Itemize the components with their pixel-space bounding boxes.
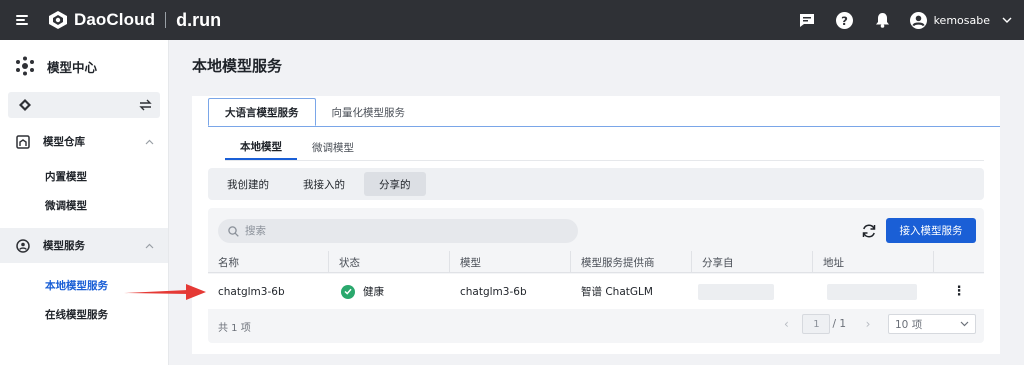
- brand-divider: [165, 12, 167, 28]
- chevron-up-icon: [145, 243, 154, 248]
- cell-model: chatglm3-6b: [460, 285, 527, 298]
- prev-page-icon[interactable]: ‹: [776, 314, 796, 334]
- column-header-actions: [934, 251, 984, 273]
- warehouse-icon: [16, 134, 30, 149]
- column-header-model[interactable]: 模型: [450, 251, 571, 273]
- tab-llm-service[interactable]: 大语言模型服务: [208, 98, 316, 126]
- sidebar-header: 模型中心: [0, 40, 168, 92]
- cell-status: 健康: [329, 274, 450, 309]
- healthy-check-icon: [341, 284, 355, 299]
- redacted-address: [827, 283, 917, 300]
- username: kemosabe: [933, 13, 990, 27]
- filter-created-by-me[interactable]: 我创建的: [212, 172, 284, 196]
- tab-embedding-service[interactable]: 向量化模型服务: [316, 98, 422, 126]
- subtabs-divider: [225, 160, 984, 161]
- model-center-icon: [16, 56, 34, 76]
- annotation-arrow-icon: [124, 284, 206, 300]
- table-footer: 共 1 项 ‹ 1 / 1 › 10 项: [208, 309, 984, 343]
- model-subtabs: 本地模型 微调模型: [225, 134, 369, 160]
- subtab-finetuned-model[interactable]: 微调模型: [297, 134, 369, 160]
- connect-model-service-button[interactable]: 接入模型服务: [886, 218, 976, 243]
- cell-actions: ⋮: [934, 274, 984, 309]
- sidebar-group-model-service[interactable]: 模型服务: [0, 228, 168, 263]
- sidebar-item-online-model-service[interactable]: 在线模型服务: [0, 300, 168, 329]
- refresh-icon[interactable]: [860, 222, 878, 240]
- user-menu[interactable]: kemosabe: [909, 11, 1012, 29]
- sidebar: 模型中心 模型仓库 内置模型 微调模型 模型服务 本地模型服务 在线模型服务: [0, 40, 169, 365]
- subtab-local-model[interactable]: 本地模型: [225, 134, 297, 160]
- sidebar-item-finetuned-models[interactable]: 微调模型: [0, 191, 168, 220]
- column-header-address[interactable]: 地址: [813, 251, 934, 273]
- chevron-down-icon: [960, 321, 969, 327]
- product-name: d.run: [176, 9, 222, 30]
- chevron-up-icon: [145, 139, 154, 144]
- search-icon: [228, 225, 239, 237]
- column-header-name[interactable]: 名称: [208, 251, 329, 273]
- help-icon[interactable]: ?: [836, 11, 854, 29]
- content-panel: 大语言模型服务 向量化模型服务 本地模型 微调模型 我创建的 我接入的 分享的: [192, 96, 1000, 354]
- menu-icon[interactable]: [16, 15, 28, 25]
- cell-address: [813, 274, 934, 309]
- total-count: 共 1 项: [218, 322, 251, 334]
- bell-icon[interactable]: [874, 11, 892, 29]
- filter-shared[interactable]: 分享的: [364, 172, 426, 196]
- redacted-shared-from: [698, 283, 774, 300]
- next-page-icon[interactable]: ›: [858, 314, 878, 334]
- sidebar-group-label: 模型仓库: [43, 136, 85, 148]
- search-box[interactable]: [218, 219, 578, 243]
- service-tabs: 大语言模型服务 向量化模型服务: [208, 98, 421, 126]
- user-avatar-icon: [909, 11, 927, 29]
- cell-shared-from: [692, 274, 813, 309]
- service-table: 接入模型服务 名称 状态 模型 模型服务提供商 分享自 地址 chatglm3-…: [208, 208, 984, 343]
- cell-name[interactable]: chatglm3-6b: [208, 274, 329, 309]
- table-row[interactable]: chatglm3-6b 健康 chatglm3-6b 智谱 ChatGLM ⋮: [208, 274, 984, 309]
- more-actions-icon[interactable]: ⋮: [949, 282, 969, 302]
- brand-logo[interactable]: DaoCloud d.run: [48, 10, 221, 31]
- sidebar-title: 模型中心: [47, 59, 98, 75]
- daocloud-logo-icon: [49, 11, 67, 29]
- tabs-divider: [208, 126, 1000, 127]
- brand-name: DaoCloud: [74, 10, 156, 29]
- sidebar-group-label: 模型服务: [43, 240, 85, 252]
- ownership-filter: 我创建的 我接入的 分享的: [208, 168, 984, 200]
- column-header-shared-from[interactable]: 分享自: [692, 251, 813, 273]
- column-header-status[interactable]: 状态: [329, 251, 450, 273]
- cell-provider: 智谱 ChatGLM: [581, 286, 653, 298]
- filter-connected-by-me[interactable]: 我接入的: [288, 172, 360, 196]
- workspace-selector[interactable]: [8, 92, 160, 118]
- message-icon[interactable]: [798, 11, 816, 29]
- chevron-down-icon: [1002, 17, 1012, 23]
- pagination: ‹ 1 / 1 › 10 项: [776, 314, 976, 334]
- switch-icon[interactable]: [139, 99, 152, 111]
- search-input[interactable]: [245, 225, 545, 237]
- sidebar-item-builtin-models[interactable]: 内置模型: [0, 162, 168, 191]
- column-header-provider[interactable]: 模型服务提供商: [571, 251, 692, 273]
- page-input[interactable]: 1: [802, 314, 831, 334]
- workspace-icon: [19, 99, 31, 111]
- page-size-select[interactable]: 10 项: [888, 314, 976, 334]
- service-icon: [16, 238, 30, 253]
- page-size-value: 10 项: [895, 318, 923, 331]
- svg-text:?: ?: [841, 13, 848, 27]
- table-header: 名称 状态 模型 模型服务提供商 分享自 地址: [208, 251, 984, 273]
- page-title: 本地模型服务: [192, 57, 283, 75]
- status-text: 健康: [363, 286, 384, 298]
- sidebar-group-model-repo[interactable]: 模型仓库: [0, 124, 168, 159]
- main-content: 本地模型服务 大语言模型服务 向量化模型服务 本地模型 微调模型 我创建的 我接…: [169, 40, 1024, 365]
- top-bar: DaoCloud d.run ? kemosabe: [0, 0, 1024, 40]
- page-total: / 1: [832, 318, 846, 330]
